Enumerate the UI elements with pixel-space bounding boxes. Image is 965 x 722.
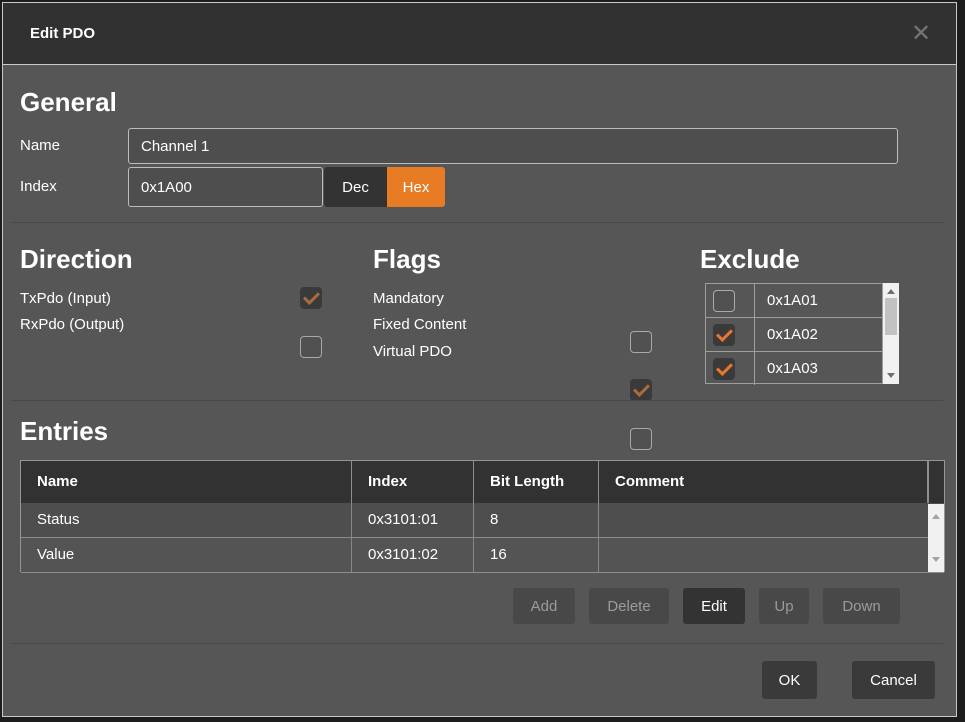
cell-index: 0x3101:02	[352, 538, 474, 572]
dialog-titlebar: Edit PDO ✕	[3, 3, 956, 65]
exclude-item-value: 0x1A02	[755, 326, 818, 343]
exclude-heading: Exclude	[700, 243, 800, 275]
exclude-0x1A03-checkbox[interactable]	[713, 358, 735, 380]
exclude-list-item[interactable]: 0x1A01	[706, 284, 882, 318]
exclude-0x1A02-checkbox[interactable]	[713, 324, 735, 346]
up-button[interactable]: Up	[759, 588, 809, 624]
down-button[interactable]: Down	[823, 588, 900, 624]
section-divider	[11, 400, 943, 401]
entries-scrollbar[interactable]	[928, 504, 944, 572]
exclude-item-value: 0x1A03	[755, 360, 818, 377]
edit-button[interactable]: Edit	[683, 588, 745, 624]
virtual-pdo-checkbox[interactable]	[630, 428, 652, 450]
flags-heading: Flags	[373, 243, 441, 275]
index-label: Index	[20, 176, 57, 198]
exclude-scrollbar[interactable]	[883, 283, 899, 384]
add-button[interactable]: Add	[513, 588, 575, 624]
cell-name: Status	[21, 503, 352, 537]
exclude-list-item[interactable]: 0x1A03	[706, 352, 882, 385]
cell-comment	[599, 503, 928, 537]
column-header-index[interactable]: Index	[352, 461, 474, 503]
cancel-button[interactable]: Cancel	[852, 661, 935, 699]
scrollbar-thumb[interactable]	[885, 298, 897, 335]
cell-name: Value	[21, 538, 352, 572]
rxpdo-label: RxPdo (Output)	[20, 314, 124, 336]
fixed-content-label: Fixed Content	[373, 314, 466, 336]
delete-button[interactable]: Delete	[589, 588, 669, 624]
cell-comment	[599, 538, 928, 572]
entries-table-header: Name Index Bit Length Comment	[21, 461, 944, 503]
mandatory-checkbox[interactable]	[630, 331, 652, 353]
txpdo-checkbox[interactable]	[300, 287, 322, 309]
table-row[interactable]: Value 0x3101:02 16	[21, 538, 944, 573]
fixed-content-checkbox[interactable]	[630, 379, 652, 401]
close-icon[interactable]: ✕	[906, 20, 936, 50]
entries-heading: Entries	[20, 415, 108, 447]
section-divider	[11, 222, 943, 223]
rxpdo-checkbox[interactable]	[300, 336, 322, 358]
name-label: Name	[20, 135, 60, 157]
ok-button[interactable]: OK	[762, 661, 817, 699]
exclude-0x1A01-checkbox[interactable]	[713, 290, 735, 312]
dialog-title: Edit PDO	[30, 3, 95, 65]
column-header-bit-length[interactable]: Bit Length	[474, 461, 599, 503]
mandatory-label: Mandatory	[373, 288, 444, 310]
scroll-down-icon[interactable]	[887, 373, 895, 378]
column-header-spacer	[928, 461, 944, 503]
cell-index: 0x3101:01	[352, 503, 474, 537]
exclude-item-value: 0x1A01	[755, 292, 818, 309]
name-input[interactable]	[128, 128, 898, 164]
entries-table: Name Index Bit Length Comment Status 0x3…	[20, 460, 945, 572]
table-row[interactable]: Status 0x3101:01 8	[21, 503, 944, 538]
dec-button[interactable]: Dec	[324, 167, 387, 207]
entries-button-bar: Add Delete Edit Up Down	[513, 588, 900, 624]
general-heading: General	[20, 86, 117, 118]
section-divider	[11, 643, 943, 644]
scroll-up-icon[interactable]	[932, 514, 940, 519]
exclude-list-item[interactable]: 0x1A02	[706, 318, 882, 352]
scroll-down-icon[interactable]	[932, 557, 940, 562]
index-input[interactable]	[128, 167, 323, 207]
exclude-list: 0x1A01 0x1A02 0x1A03	[705, 283, 883, 384]
column-header-comment[interactable]: Comment	[599, 461, 928, 503]
hex-button[interactable]: Hex	[387, 167, 445, 207]
virtual-pdo-label: Virtual PDO	[373, 341, 452, 363]
direction-heading: Direction	[20, 243, 133, 275]
txpdo-label: TxPdo (Input)	[20, 288, 111, 310]
cell-bit-length: 16	[474, 538, 599, 572]
cell-bit-length: 8	[474, 503, 599, 537]
dialog-footer: OK Cancel	[762, 661, 935, 699]
column-header-name[interactable]: Name	[21, 461, 352, 503]
scroll-up-icon[interactable]	[887, 289, 895, 294]
edit-pdo-dialog: Edit PDO ✕ General Name Index Dec Hex Di…	[2, 2, 957, 717]
